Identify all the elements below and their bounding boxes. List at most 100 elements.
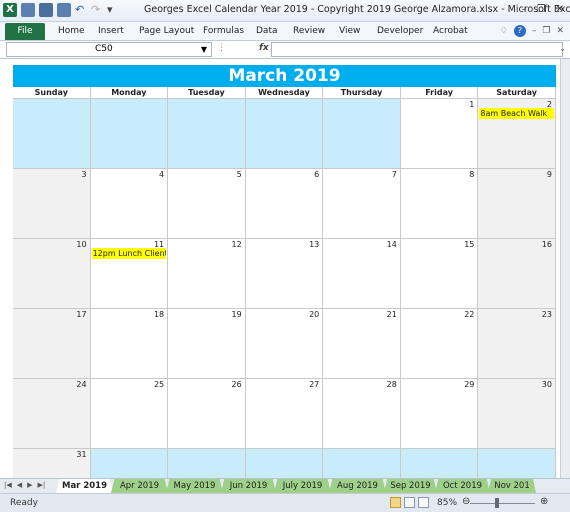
calendar-day-cell[interactable]: 11 12pm Lunch Client [90, 239, 169, 309]
sheet-tab[interactable]: Apr 2019 [111, 479, 168, 493]
calendar-event[interactable]: 8am Beach Walk [479, 108, 554, 119]
insert-function-icon[interactable]: fx [259, 43, 269, 53]
day-number: 5 [236, 170, 242, 179]
sheet-tab[interactable]: Nov 201 [488, 479, 536, 493]
sheet-tab[interactable]: July 2019 [274, 479, 331, 493]
calendar-day-cell[interactable]: 30 [478, 379, 556, 449]
tab-formulas[interactable]: Formulas [203, 26, 244, 36]
vertical-scrollbar[interactable] [560, 59, 570, 478]
calendar-day-cell[interactable]: 27 [245, 379, 324, 449]
sheet-tab[interactable]: Oct 2019 [435, 479, 490, 493]
day-number: 18 [153, 310, 165, 319]
save-icon[interactable] [39, 3, 53, 17]
calendar-day-cell[interactable]: 9 [478, 169, 556, 239]
save-as-icon[interactable] [57, 3, 71, 17]
name-box[interactable]: C50 ▼ [6, 42, 212, 57]
tab-page-layout[interactable]: Page Layout [139, 26, 194, 36]
document-icon[interactable] [21, 3, 35, 17]
calendar-day-cell[interactable]: 19 [168, 309, 246, 379]
calendar-empty-cell[interactable] [245, 99, 324, 169]
calendar-day-cell[interactable]: 28 [323, 379, 401, 449]
calendar-day-cell[interactable]: 7 [323, 169, 401, 239]
calendar-empty-cell[interactable] [400, 449, 479, 478]
calendar-day-cell[interactable]: 23 [478, 309, 556, 379]
tab-review[interactable]: Review [293, 26, 325, 36]
sheet-tab[interactable]: Jun 2019 [221, 479, 276, 493]
formula-input[interactable] [271, 42, 563, 57]
chevron-down-icon[interactable]: ▼ [201, 43, 207, 56]
close-button[interactable]: ✕ [556, 4, 564, 15]
calendar-day-cell[interactable]: 1 [400, 99, 479, 169]
calendar-day-cell[interactable]: 8 [400, 169, 479, 239]
calendar-day-cell[interactable]: 21 [323, 309, 401, 379]
calendar-empty-cell[interactable] [323, 449, 401, 478]
calendar-day-cell[interactable]: 2 8am Beach Walk [478, 99, 556, 169]
sheet-tab[interactable]: Mar 2019 [56, 479, 113, 493]
next-sheet-icon[interactable]: ▶ [27, 481, 32, 489]
worksheet[interactable]: March 2019 Sunday Monday Tuesday Wednesday T… [0, 59, 560, 478]
tab-developer[interactable]: Developer [377, 26, 423, 36]
calendar-day-cell[interactable]: 17 [13, 309, 91, 379]
zoom-in-icon[interactable]: ⊕ [540, 496, 548, 507]
sheet-tab[interactable]: Sep 2019 [384, 479, 437, 493]
calendar-day-cell[interactable]: 6 [245, 169, 324, 239]
calendar-empty-cell[interactable] [245, 449, 324, 478]
calendar-day-cell[interactable]: 25 [90, 379, 169, 449]
first-sheet-icon[interactable]: |◀ [4, 481, 12, 489]
calendar-day-cell[interactable]: 18 [90, 309, 169, 379]
workbook-close-icon[interactable]: ✕ [556, 26, 564, 36]
calendar-day-cell[interactable]: 22 [400, 309, 479, 379]
calendar-day-cell[interactable]: 29 [400, 379, 479, 449]
calendar-day-cell[interactable]: 13 [245, 239, 324, 309]
calendar-empty-cell[interactable] [90, 99, 169, 169]
calendar-day-cell[interactable]: 16 [478, 239, 556, 309]
calendar-day-cell[interactable]: 26 [168, 379, 246, 449]
normal-view-icon[interactable] [390, 497, 401, 508]
calendar-day-cell[interactable]: 4 [90, 169, 169, 239]
prev-sheet-icon[interactable]: ◀ [17, 481, 22, 489]
workbook-restore-icon[interactable]: ❐ [542, 26, 550, 36]
calendar-day-cell[interactable]: 12 [168, 239, 246, 309]
zoom-out-icon[interactable]: ⊖ [462, 496, 470, 507]
calendar-day-cell[interactable]: 15 [400, 239, 479, 309]
excel-app-icon[interactable]: X [3, 3, 17, 17]
tab-file[interactable]: File [5, 23, 45, 40]
calendar-day-cell[interactable]: 10 [13, 239, 91, 309]
calendar-empty-cell[interactable] [168, 449, 246, 478]
calendar-empty-cell[interactable] [168, 99, 246, 169]
last-sheet-icon[interactable]: ▶| [38, 481, 46, 489]
minimize-button[interactable]: – [522, 4, 527, 15]
calendar-empty-cell[interactable] [90, 449, 169, 478]
tab-view[interactable]: View [339, 26, 360, 36]
undo-icon[interactable]: ↶ [75, 4, 87, 16]
tab-data[interactable]: Data [256, 26, 278, 36]
tab-insert[interactable]: Insert [98, 26, 124, 36]
tab-home[interactable]: Home [58, 26, 85, 36]
calendar-empty-cell[interactable] [323, 99, 401, 169]
calendar-empty-cell[interactable] [478, 449, 556, 478]
zoom-slider[interactable] [470, 503, 535, 504]
redo-icon[interactable]: ↷ [91, 4, 103, 16]
calendar-day-cell[interactable]: 3 [13, 169, 91, 239]
help-icon[interactable]: ? [513, 25, 526, 37]
page-break-view-icon[interactable] [418, 497, 429, 508]
sheet-tab[interactable]: Aug 2019 [329, 479, 386, 493]
zoom-level[interactable]: 85% [437, 498, 457, 508]
calendar-day-cell[interactable]: 31 [13, 449, 91, 478]
calendar-day-cell[interactable]: 20 [245, 309, 324, 379]
calendar-day-cell[interactable]: 5 [168, 169, 246, 239]
calendar-day-cell[interactable]: 14 [323, 239, 401, 309]
calendar-event[interactable]: 12pm Lunch Client [91, 248, 167, 259]
expand-formula-icon[interactable]: ⌄ [559, 44, 566, 53]
zoom-slider-handle[interactable] [495, 498, 499, 508]
calendar-empty-cell[interactable] [13, 99, 91, 169]
title-bar: X ↶ ↷ ▾ Georges Excel Calendar Year 2019… [0, 0, 570, 22]
minimize-ribbon-icon[interactable]: ♢ [500, 26, 508, 36]
page-layout-view-icon[interactable] [404, 497, 415, 508]
customize-qat-icon[interactable]: ▾ [107, 4, 119, 16]
restore-button[interactable]: ❐ [537, 4, 546, 15]
calendar-day-cell[interactable]: 24 [13, 379, 91, 449]
sheet-tab[interactable]: May 2019 [166, 479, 223, 493]
workbook-minimize-icon[interactable]: – [532, 26, 537, 36]
tab-acrobat[interactable]: Acrobat [433, 26, 468, 36]
